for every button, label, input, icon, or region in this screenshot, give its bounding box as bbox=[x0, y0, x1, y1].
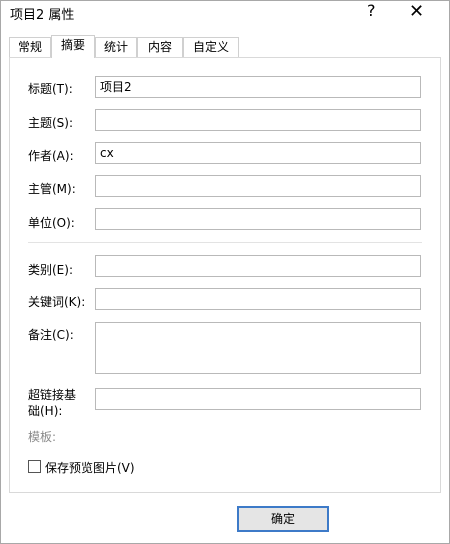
hyperlink-base-label-line2: 础(H): bbox=[28, 404, 63, 418]
tab-statistics[interactable]: 统计 bbox=[95, 37, 137, 57]
category-field[interactable] bbox=[95, 255, 421, 277]
tab-contents[interactable]: 内容 bbox=[137, 37, 183, 57]
subject-field[interactable] bbox=[95, 109, 421, 131]
manager-label: 主管(M): bbox=[28, 182, 76, 196]
ok-button[interactable]: 确定 bbox=[237, 506, 329, 532]
summary-panel: 标题(T): 项目2 主题(S): 作者(A): cx 主管(M): 单位(O)… bbox=[9, 57, 441, 493]
author-label: 作者(A): bbox=[28, 149, 74, 163]
section-divider bbox=[28, 242, 422, 243]
template-label: 模板: bbox=[28, 430, 57, 444]
help-icon[interactable]: ? bbox=[367, 1, 376, 20]
comments-field[interactable] bbox=[95, 322, 421, 374]
hyperlink-base-label-line1: 超链接基 bbox=[28, 388, 77, 402]
keywords-field[interactable] bbox=[95, 288, 421, 310]
title-label: 标题(T): bbox=[28, 82, 73, 96]
comments-label: 备注(C): bbox=[28, 328, 74, 342]
save-preview-checkbox[interactable] bbox=[28, 460, 41, 473]
title-bar: 项目2 属性 ? ✕ bbox=[1, 1, 449, 27]
tab-custom[interactable]: 自定义 bbox=[183, 37, 239, 57]
tab-strip: 常规 摘要 统计 内容 自定义 bbox=[9, 35, 441, 58]
close-icon[interactable]: ✕ bbox=[409, 1, 424, 22]
save-preview-label[interactable]: 保存预览图片(V) bbox=[45, 459, 135, 476]
keywords-label: 关键词(K): bbox=[28, 295, 86, 309]
subject-label: 主题(S): bbox=[28, 116, 74, 130]
tab-summary[interactable]: 摘要 bbox=[51, 35, 95, 58]
title-field[interactable]: 项目2 bbox=[95, 76, 421, 98]
tab-general[interactable]: 常规 bbox=[9, 37, 51, 57]
properties-dialog: 项目2 属性 ? ✕ 常规 摘要 统计 内容 自定义 标题(T): 项目2 主题… bbox=[0, 0, 450, 544]
hyperlink-base-field[interactable] bbox=[95, 388, 421, 410]
author-field[interactable]: cx bbox=[95, 142, 421, 164]
category-label: 类别(E): bbox=[28, 263, 73, 277]
manager-field[interactable] bbox=[95, 175, 421, 197]
company-field[interactable] bbox=[95, 208, 421, 230]
window-title: 项目2 属性 bbox=[10, 8, 75, 23]
company-label: 单位(O): bbox=[28, 216, 75, 230]
